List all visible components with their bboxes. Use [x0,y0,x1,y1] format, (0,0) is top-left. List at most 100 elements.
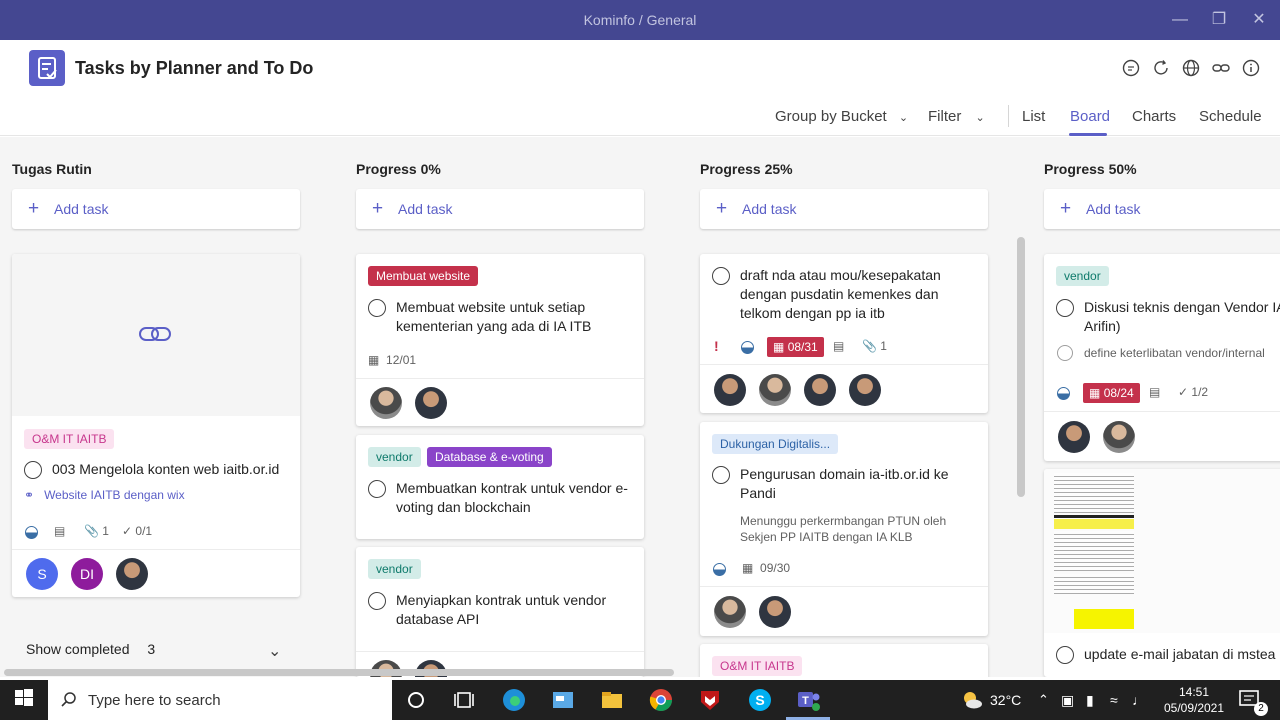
avatar[interactable] [1058,421,1090,453]
avatar[interactable]: S [26,558,58,590]
tab-charts[interactable]: Charts [1132,108,1176,125]
avatar[interactable]: DI [71,558,103,590]
avatar[interactable] [714,596,746,628]
task-view-icon[interactable] [452,688,476,712]
chrome-icon[interactable] [649,688,673,712]
task-title: Diskusi teknis dengan Vendor IA (Kang Ar… [1084,299,1280,334]
add-task-button[interactable]: + Add task [12,189,300,229]
windows-start-icon[interactable] [14,688,38,712]
file-explorer-icon[interactable] [600,688,624,712]
control-panel-icon[interactable] [551,688,575,712]
card-divider [700,364,988,365]
cortana-icon[interactable] [404,688,428,712]
add-task-button[interactable]: + Add task [700,189,988,229]
complete-checkbox[interactable] [368,480,386,498]
label-tag: Dukungan Digitalis... [712,434,839,454]
show-completed-toggle[interactable]: Show completed 3 [26,641,155,657]
edge-icon[interactable] [502,688,526,712]
close-icon[interactable]: ✕ [1249,10,1269,30]
mcafee-icon[interactable] [698,688,722,712]
avatar[interactable] [759,596,791,628]
task-card[interactable]: draft nda atau mou/kesepakatan dengan pu… [700,254,988,413]
group-by-dropdown[interactable]: Group by Bucket ⌄ [775,108,908,125]
add-task-button[interactable]: + Add task [356,189,644,229]
avatar[interactable] [370,387,402,419]
complete-checkbox[interactable] [712,466,730,484]
wifi-icon[interactable]: ≈ [1110,692,1118,708]
checklist-count-value: 1/2 [1191,385,1209,399]
avatar[interactable] [804,374,836,406]
chevron-down-icon[interactable]: ⌄ [268,641,281,661]
progress-half-icon [1057,387,1070,400]
volume-icon[interactable]: ♩ [1132,692,1146,708]
avatar[interactable] [116,558,148,590]
skype-icon[interactable]: S [748,688,772,712]
task-card[interactable]: vendor Menyiapkan kontrak untuk vendor d… [356,547,644,677]
vertical-scrollbar[interactable] [1017,237,1025,497]
link-icon[interactable] [1211,58,1231,78]
complete-checkbox[interactable] [1056,646,1074,664]
progress-half-icon [25,526,38,539]
avatar[interactable] [1103,421,1135,453]
bucket-title: Progress 0% [356,161,441,177]
search-placeholder: Type here to search [88,692,221,709]
weather-icon[interactable] [960,688,984,712]
progress-half-icon [741,341,754,354]
avatar[interactable] [415,387,447,419]
battery-icon[interactable]: ▮ [1086,692,1094,709]
task-card[interactable]: Dukungan Digitalis... Pengurusan domain … [700,422,988,636]
tab-list[interactable]: List [1022,108,1045,125]
avatar[interactable] [714,374,746,406]
system-clock[interactable]: 14:51 05/09/2021 [1158,684,1230,716]
task-link[interactable]: ⚭ Website IAITB dengan wix [24,488,185,502]
filter-dropdown[interactable]: Filter ⌄ [928,108,985,125]
task-card[interactable]: vendor Diskusi teknis dengan Vendor IA (… [1044,254,1280,461]
globe-icon[interactable] [1181,58,1201,78]
complete-checkbox[interactable] [368,299,386,317]
card-divider [12,549,300,550]
clock-time: 14:51 [1178,685,1210,699]
label-tag: O&M IT IAITB [712,656,803,676]
chevron-up-icon[interactable]: ⌃ [1038,692,1049,708]
due-date-value: 08/24 [1103,386,1134,400]
task-card[interactable]: O&M IT IAITB [700,644,988,677]
task-title: Pengurusan domain ia-itb.or.id ke Pandi [740,466,949,501]
subtask-checkbox[interactable] [1057,345,1073,361]
add-task-button[interactable]: + Add task [1044,189,1280,229]
tab-board[interactable]: Board [1070,108,1110,125]
calendar-icon: ▦ [368,353,380,367]
card-divider [356,651,644,652]
teams-icon[interactable]: T [796,688,820,712]
refresh-icon[interactable] [1151,58,1171,78]
windows-taskbar: Type here to search S T 32°C ⌃ ▣ ▮ ≈ ♩ 1… [0,680,1280,720]
task-card[interactable]: vendor Database & e-voting Membuatkan ko… [356,435,644,539]
complete-checkbox[interactable] [368,592,386,610]
comment-icon: ▤ [1149,385,1161,399]
sheet-rows [1054,574,1134,594]
task-card[interactable]: update e-mail jabatan di mstea [1044,469,1280,677]
complete-checkbox[interactable] [24,461,42,479]
app-title: Tasks by Planner and To Do [75,58,314,78]
card-divider [1044,411,1280,412]
taskbar-search-input[interactable]: Type here to search [48,680,392,720]
add-task-label: Add task [1086,201,1141,217]
avatar[interactable] [759,374,791,406]
minimize-icon[interactable]: — [1170,10,1190,30]
avatar[interactable] [849,374,881,406]
due-date-badge: ▦ 08/31 [767,337,824,357]
paperclip-icon: 📎 [84,524,99,538]
task-card[interactable]: Membuat website Membuat website untuk se… [356,254,644,426]
priority-urgent-icon: ! [714,338,719,354]
restore-icon[interactable]: ❐ [1209,10,1229,30]
meet-now-icon[interactable]: ▣ [1061,692,1074,709]
info-icon[interactable] [1241,58,1261,78]
complete-checkbox[interactable] [712,267,730,285]
complete-checkbox[interactable] [1056,299,1074,317]
task-card[interactable]: O&M IT IAITB 003 Mengelola konten web ia… [12,254,300,597]
calendar-icon: ▦ [773,340,785,354]
horizontal-scrollbar[interactable] [4,669,674,676]
bucket-title: Progress 25% [700,161,793,177]
group-by-label: Group by Bucket [775,108,887,125]
tab-schedule[interactable]: Schedule [1199,108,1262,125]
chat-icon[interactable] [1121,58,1141,78]
